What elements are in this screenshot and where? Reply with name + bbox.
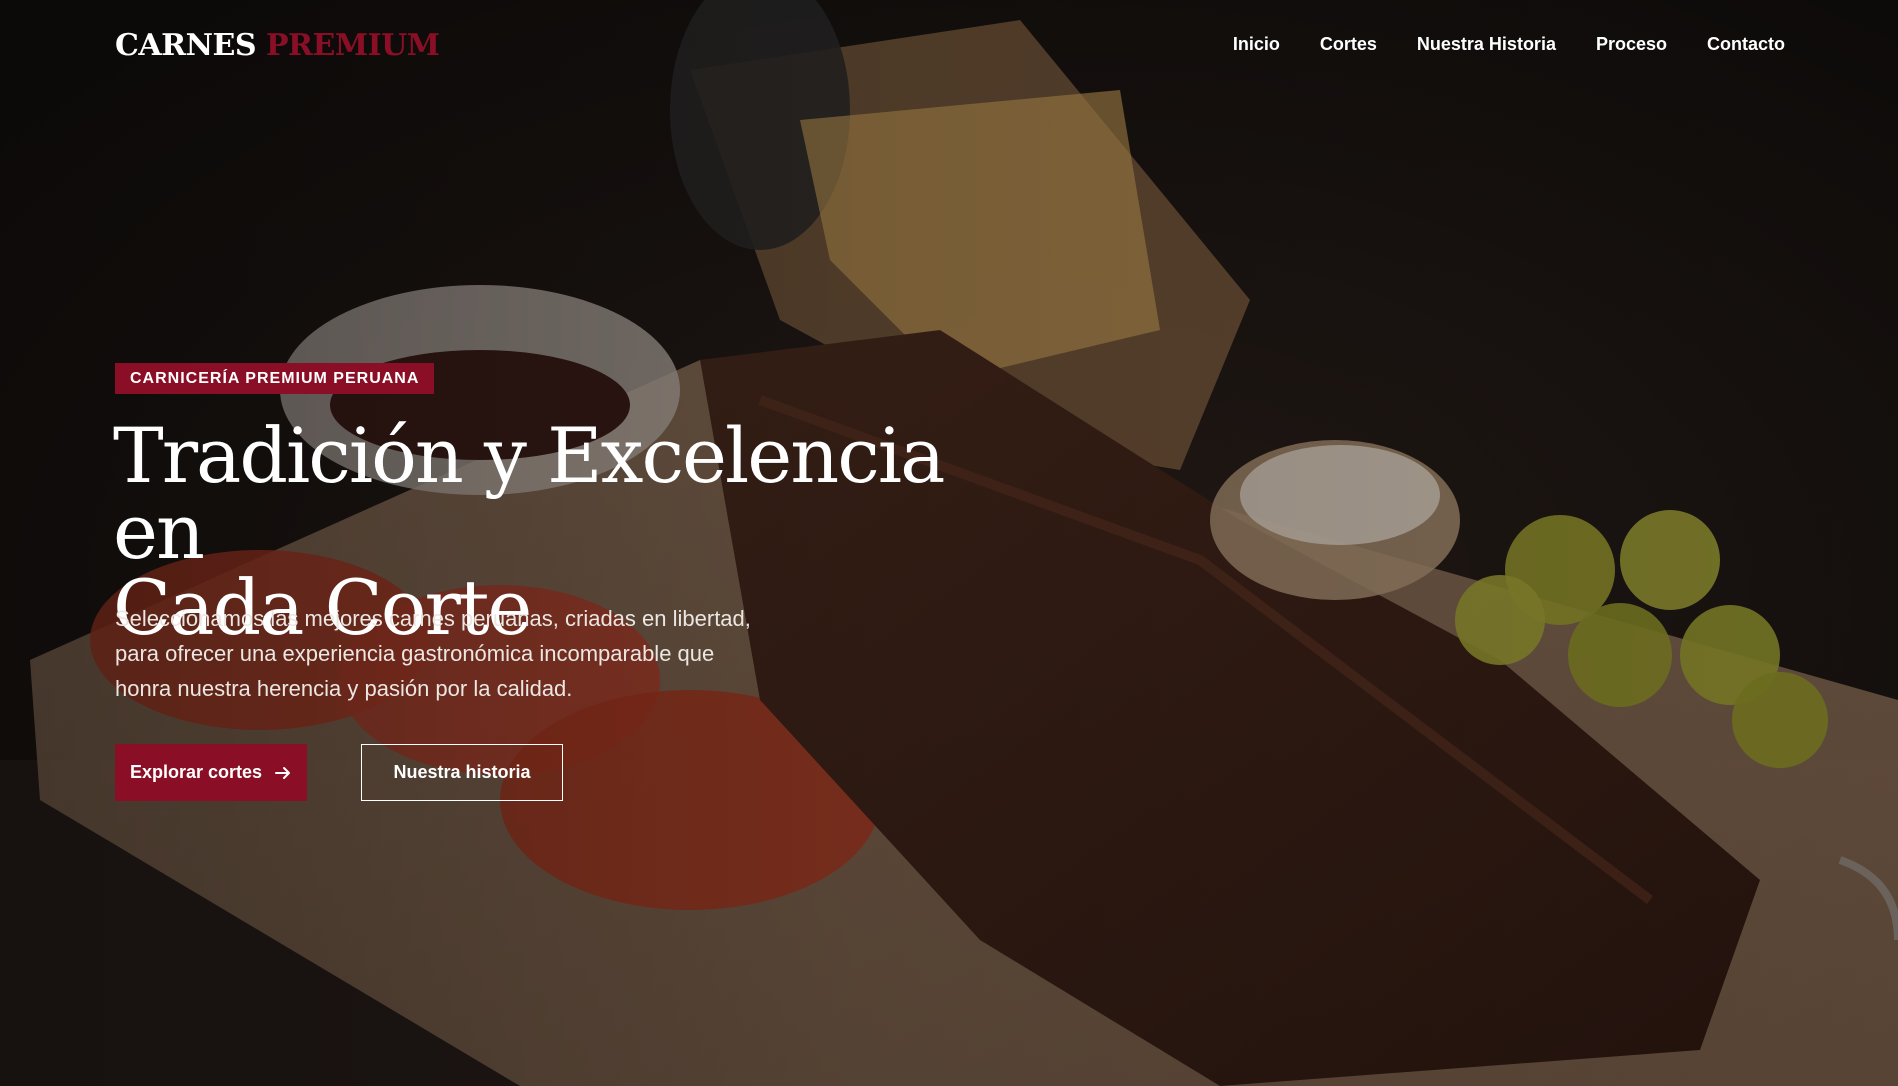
arrow-right-icon	[275, 766, 291, 779]
our-history-label: Nuestra historia	[393, 762, 531, 782]
logo-secondary-text: PREMIUM	[266, 28, 440, 63]
nav-link-inicio[interactable]: Inicio	[1233, 34, 1280, 55]
hero-title-line-1: Tradición y Excelencia en	[113, 411, 945, 576]
nav-link-contacto[interactable]: Contacto	[1707, 34, 1785, 55]
nav-link-cortes[interactable]: Cortes	[1320, 34, 1377, 55]
brand-logo[interactable]: CARNES PREMIUM	[115, 28, 440, 63]
explore-cuts-button[interactable]: Explorar cortes	[115, 744, 307, 801]
hero-badge: CARNICERÍA PREMIUM PERUANA	[115, 363, 435, 394]
hero-subtitle: Seleccionamos las mejores carnes peruana…	[115, 601, 835, 706]
main-menu: Inicio Cortes Nuestra Historia Proceso C…	[1233, 34, 1785, 55]
logo-primary-text: CARNES	[115, 28, 257, 63]
top-navigation: CARNES PREMIUM Inicio Cortes Nuestra His…	[0, 0, 1898, 94]
hero-section: CARNES PREMIUM Inicio Cortes Nuestra His…	[0, 0, 1898, 1086]
hero-subtitle-line-2: para ofrecer una experiencia gastronómic…	[115, 641, 715, 666]
hero-subtitle-line-1: Seleccionamos las mejores carnes peruana…	[115, 606, 751, 631]
explore-cuts-label: Explorar cortes	[129, 762, 263, 782]
nav-link-proceso[interactable]: Proceso	[1596, 34, 1667, 55]
our-history-button[interactable]: Nuestra historia	[361, 744, 563, 801]
nav-link-nuestra-historia[interactable]: Nuestra Historia	[1417, 34, 1556, 55]
hero-subtitle-line-3: honra nuestra herencia y pasión por la c…	[115, 676, 573, 701]
